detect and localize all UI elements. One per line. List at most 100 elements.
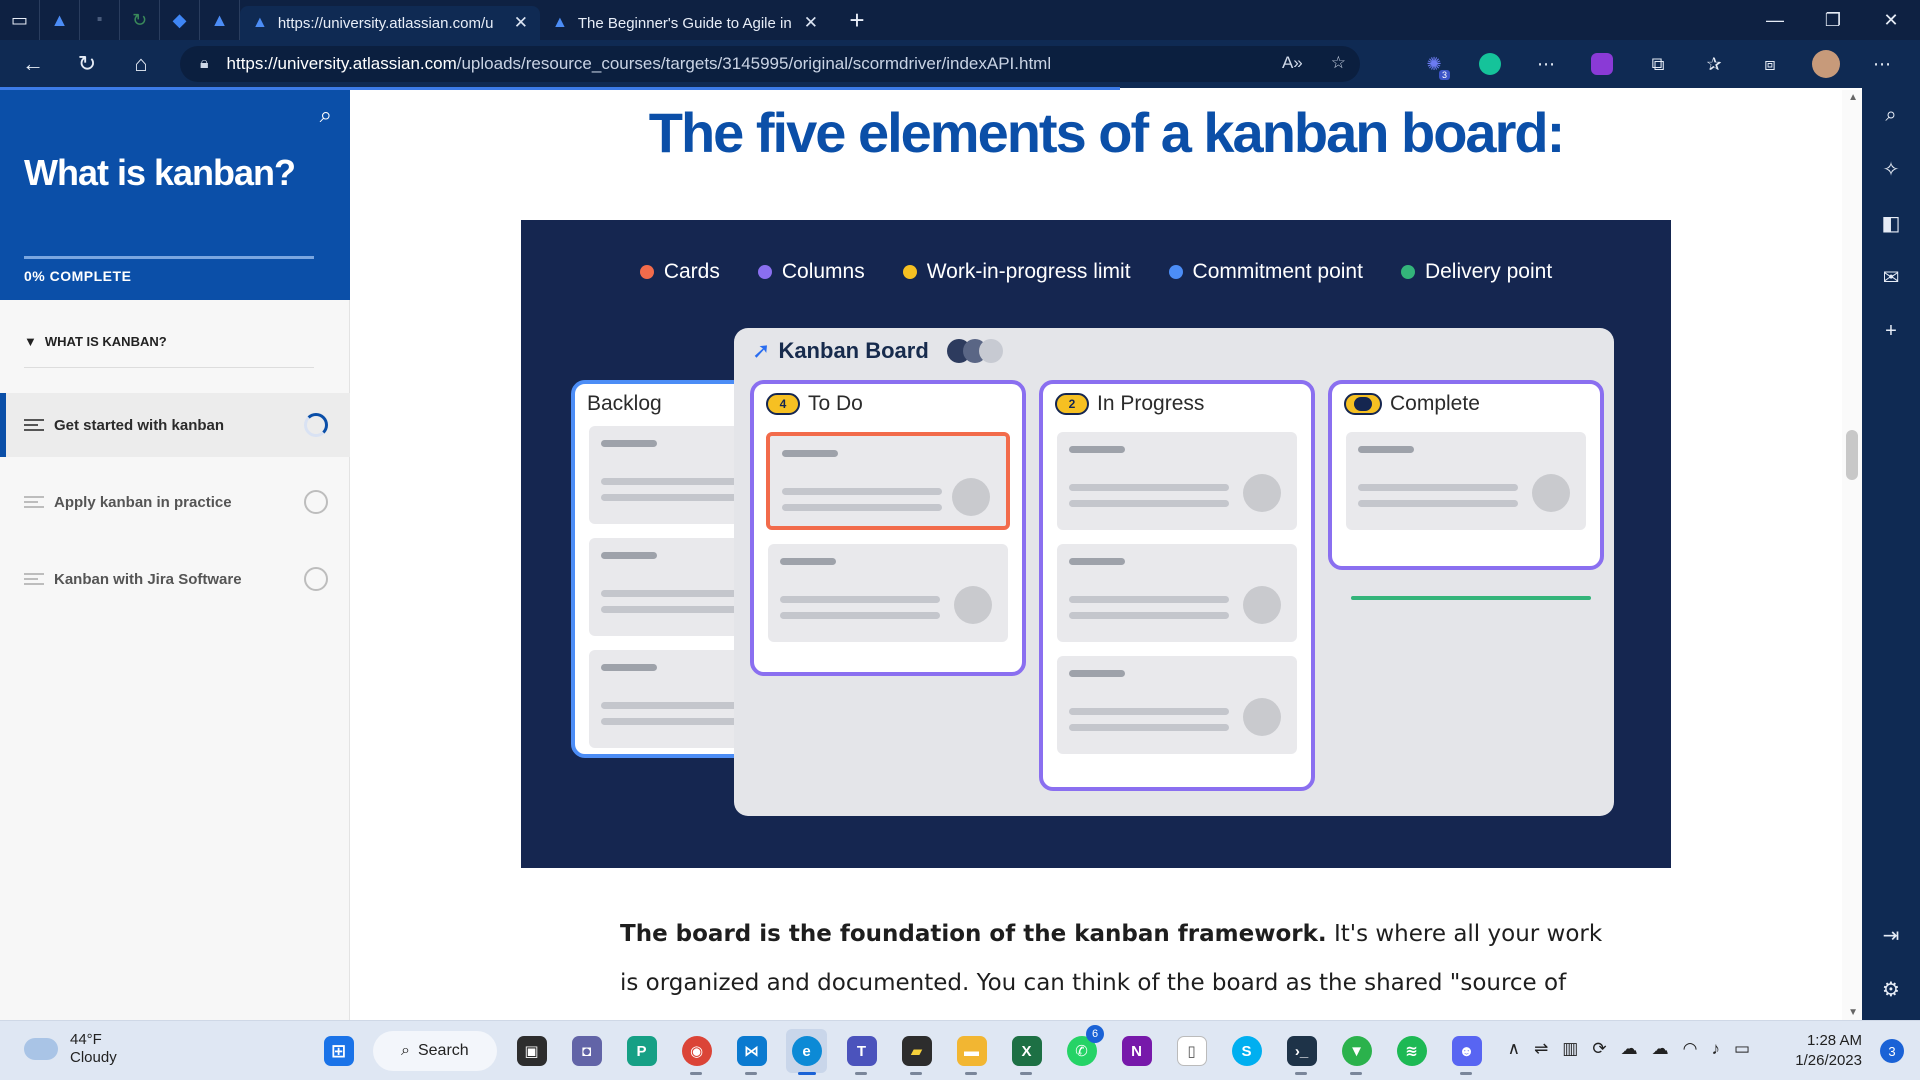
close-window-button[interactable]: ✕ bbox=[1862, 0, 1920, 40]
volume-icon[interactable]: ♪ bbox=[1711, 1039, 1720, 1059]
minimize-button[interactable]: — bbox=[1746, 0, 1804, 40]
home-button[interactable]: ⌂ bbox=[114, 40, 168, 88]
restore-button[interactable]: ❐ bbox=[1804, 0, 1862, 40]
discord-button[interactable]: ☻ bbox=[1446, 1029, 1487, 1075]
pinned-tab-jira[interactable]: ◆ bbox=[160, 0, 200, 40]
card bbox=[1057, 656, 1297, 754]
extension-gear-button[interactable]: ✺ 3 bbox=[1416, 46, 1452, 82]
url-text[interactable]: https://university.atlassian.com/uploads… bbox=[227, 54, 1052, 74]
chrome-button[interactable]: ◉ bbox=[676, 1029, 717, 1075]
vpn-tray-icon[interactable]: ☁ bbox=[1652, 1039, 1669, 1059]
notepad-button[interactable]: ▯ bbox=[1171, 1029, 1212, 1073]
lesson-get-started[interactable]: Get started with kanban bbox=[0, 393, 350, 457]
scrollbar[interactable]: ▲ ▼ bbox=[1842, 90, 1862, 1020]
legend-swatch bbox=[639, 265, 654, 279]
lesson-content: The five elements of a kanban board: Car… bbox=[350, 90, 1862, 1020]
section-toggle[interactable]: ▼ WHAT IS KANBAN? bbox=[24, 334, 167, 349]
lesson-label: Kanban with Jira Software bbox=[54, 570, 242, 588]
pinned-tab-atlassian[interactable]: ▲ bbox=[40, 0, 80, 40]
course-progress-bar bbox=[24, 256, 314, 259]
atlassian-icon: ▲ bbox=[50, 9, 69, 30]
address-bar[interactable]: 🔒︎ https://university.atlassian.com/uplo… bbox=[180, 46, 1360, 82]
close-tab-icon[interactable]: ✕ bbox=[804, 13, 818, 33]
wifi-icon[interactable]: ◠ bbox=[1683, 1039, 1698, 1059]
sidebar-search-button[interactable]: ⌕ bbox=[1862, 88, 1920, 142]
tab-university[interactable]: ▲ https://university.atlassian.com/u ✕ bbox=[240, 6, 540, 40]
pinned-tab-blank[interactable]: ▪ bbox=[80, 0, 120, 40]
weather-widget[interactable]: 44°F Cloudy bbox=[24, 1031, 117, 1067]
battery-icon[interactable]: ▭ bbox=[1734, 1039, 1750, 1059]
new-tab-button[interactable]: + bbox=[842, 5, 872, 36]
column-label: Backlog bbox=[587, 392, 662, 415]
cloud-icon bbox=[24, 1038, 58, 1060]
clock-date: 1/26/2023 bbox=[1795, 1052, 1862, 1069]
vscode-button[interactable]: ⋈ bbox=[731, 1029, 772, 1075]
pinned-tab-green[interactable]: ↻ bbox=[120, 0, 160, 40]
pinned-tab-atlassian-2[interactable]: ▲ bbox=[200, 0, 240, 40]
tray-bars-icon[interactable]: ▥ bbox=[1562, 1039, 1578, 1059]
chevron-up-icon[interactable]: ∧ bbox=[1508, 1039, 1520, 1059]
skype-icon: S bbox=[1231, 1036, 1262, 1066]
add-favorite-icon[interactable]: ☆ bbox=[1331, 53, 1346, 73]
legend-item-columns: Columns bbox=[757, 260, 865, 284]
sidebar-settings-button[interactable]: ⚙ bbox=[1862, 962, 1920, 1016]
teams-chat-button[interactable]: ◘ bbox=[566, 1029, 607, 1073]
terminal-button[interactable]: ›_ bbox=[1281, 1029, 1322, 1075]
spotify-button[interactable]: ≋ bbox=[1391, 1029, 1432, 1073]
teams-button[interactable]: T bbox=[841, 1029, 882, 1075]
settings-more-button[interactable]: ⋯ bbox=[1864, 46, 1900, 82]
tab-agile-guide[interactable]: ▲ The Beginner's Guide to Agile in ✕ bbox=[540, 6, 830, 40]
task-view-icon: ▣ bbox=[516, 1036, 547, 1066]
extension-dots-button[interactable]: ⋯ bbox=[1528, 46, 1564, 82]
grammarly-button[interactable] bbox=[1472, 46, 1508, 82]
scroll-up-icon[interactable]: ▲ bbox=[1848, 92, 1858, 103]
profile-button[interactable] bbox=[1808, 46, 1844, 82]
vpn-button[interactable]: ▼ bbox=[1336, 1029, 1377, 1075]
gear-icon: ⚙ bbox=[1882, 978, 1900, 1001]
refresh-button[interactable]: ↻ bbox=[60, 40, 114, 88]
sidebar-hide-button[interactable]: ⇥ bbox=[1862, 908, 1920, 962]
legend-swatch bbox=[902, 265, 917, 279]
scroll-down-icon[interactable]: ▼ bbox=[1848, 1007, 1858, 1018]
search-icon[interactable]: ⌕ bbox=[320, 102, 332, 128]
taskbar-search[interactable]: ⌕ Search bbox=[373, 1031, 497, 1071]
whatsapp-button[interactable]: ✆ 6 bbox=[1061, 1025, 1104, 1073]
lesson-apply-kanban[interactable]: Apply kanban in practice bbox=[0, 470, 350, 534]
course-progress-label: 0% COMPLETE bbox=[24, 268, 132, 284]
start-button[interactable]: ⊞ bbox=[318, 1029, 359, 1073]
notification-badge[interactable]: 3 bbox=[1880, 1039, 1904, 1063]
excel-button[interactable]: X bbox=[1006, 1029, 1047, 1075]
sidebar-discover-button[interactable]: ✧ bbox=[1862, 142, 1920, 196]
vscode-icon: ⋈ bbox=[736, 1036, 767, 1066]
onedrive-icon[interactable]: ☁ bbox=[1621, 1039, 1638, 1059]
read-aloud-icon[interactable]: A» bbox=[1282, 53, 1303, 73]
tray-app-icon[interactable]: ⇌ bbox=[1534, 1039, 1548, 1059]
favorites-button[interactable]: ✰ bbox=[1696, 46, 1732, 82]
tab-actions-button[interactable]: ▭ bbox=[0, 0, 40, 40]
sync-icon[interactable]: ⟳ bbox=[1592, 1039, 1606, 1059]
edge-button[interactable]: e bbox=[786, 1029, 827, 1075]
lesson-jira-software[interactable]: Kanban with Jira Software bbox=[0, 547, 350, 611]
collections-button[interactable]: ⧈ bbox=[1752, 46, 1788, 82]
sidebar-office-button[interactable]: ◧ bbox=[1862, 196, 1920, 250]
sticky-notes-button[interactable]: ▰ bbox=[896, 1029, 937, 1075]
skype-button[interactable]: S bbox=[1226, 1029, 1267, 1073]
file-explorer-button[interactable]: ▬ bbox=[951, 1029, 992, 1075]
sidebar-outlook-button[interactable]: ✉ bbox=[1862, 250, 1920, 304]
windows-taskbar: 44°F Cloudy ⊞ ⌕ Search ▣ ◘ P ◉ ⋈ e T ▰ ▬ X… bbox=[0, 1020, 1920, 1080]
scrollbar-thumb[interactable] bbox=[1846, 430, 1858, 480]
task-view-button[interactable]: ▣ bbox=[511, 1029, 552, 1073]
close-tab-icon[interactable]: ✕ bbox=[514, 13, 528, 33]
sticky-notes-icon: ▰ bbox=[901, 1036, 932, 1066]
extensions-button[interactable]: ⧉ bbox=[1640, 46, 1676, 82]
back-button[interactable]: ← bbox=[6, 40, 60, 88]
app-green-button[interactable]: P bbox=[621, 1029, 662, 1073]
collections-icon: ⧈ bbox=[1764, 53, 1776, 74]
sidebar-add-button[interactable]: + bbox=[1862, 304, 1920, 358]
extension-purple-button[interactable] bbox=[1584, 46, 1620, 82]
toggle-pill-icon bbox=[1354, 397, 1372, 411]
course-sidebar: ⌕ What is kanban? 0% COMPLETE ▼ WHAT IS … bbox=[0, 90, 350, 1020]
clock[interactable]: 1:28 AM 1/26/2023 bbox=[1795, 1031, 1862, 1071]
wip-limit-badge: 4 bbox=[766, 393, 800, 415]
onenote-button[interactable]: N bbox=[1116, 1029, 1157, 1073]
